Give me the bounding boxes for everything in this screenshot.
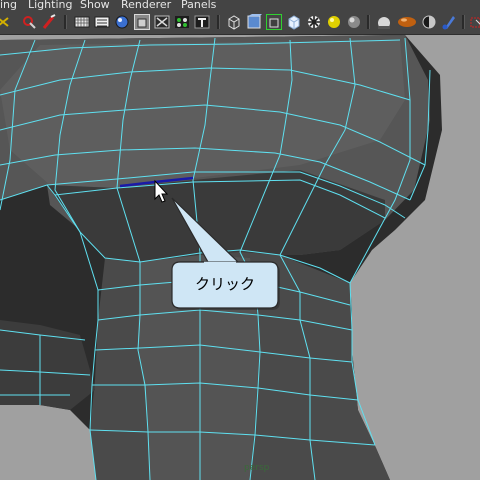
light-icon[interactable]	[306, 14, 322, 30]
toolbar-separator	[367, 15, 370, 29]
mesh-canvas[interactable]	[0, 35, 480, 480]
camera-label: persp	[244, 463, 270, 473]
menu-bar: ing Lighting Show Renderer Panels	[0, 0, 480, 12]
toolbar-separator	[217, 15, 220, 29]
menu-item-panels[interactable]: Panels	[181, 0, 216, 11]
render-icon[interactable]	[441, 14, 457, 30]
callout-text: クリック	[194, 275, 255, 293]
textured-icon[interactable]	[194, 14, 210, 30]
frame-selection-icon[interactable]	[246, 14, 262, 30]
checker-icon[interactable]	[286, 14, 302, 30]
shaded-cube-icon[interactable]	[226, 14, 242, 30]
toolbar-separator	[462, 15, 465, 29]
bookmark-icon[interactable]	[21, 14, 37, 30]
xray-icon[interactable]	[154, 14, 170, 30]
backface-icon[interactable]	[266, 14, 282, 30]
material-ball-icon[interactable]	[346, 14, 362, 30]
wireframe-on-shaded-icon[interactable]	[134, 14, 150, 30]
image-plane-icon[interactable]	[41, 14, 57, 30]
toolbar-separator	[64, 15, 67, 29]
hypershade-icon[interactable]	[396, 14, 418, 30]
3d-viewport[interactable]: クリック persp	[0, 35, 480, 480]
isolate-icon[interactable]	[174, 14, 190, 30]
wireframe-icon[interactable]	[94, 14, 110, 30]
select-tool-icon[interactable]	[470, 14, 480, 30]
half-sphere-icon[interactable]	[376, 14, 392, 30]
toggle-icon[interactable]	[421, 14, 437, 30]
menu-item-show[interactable]: Show	[80, 0, 110, 11]
grid-icon[interactable]	[74, 14, 90, 30]
smooth-shade-icon[interactable]	[114, 14, 130, 30]
sphere-icon[interactable]	[326, 14, 342, 30]
menu-item-shading[interactable]: ing	[0, 0, 17, 11]
menu-item-renderer[interactable]: Renderer	[121, 0, 171, 11]
menu-item-lighting[interactable]: Lighting	[28, 0, 72, 11]
select-camera-icon[interactable]	[0, 14, 12, 30]
panel-toolbar	[0, 12, 480, 35]
